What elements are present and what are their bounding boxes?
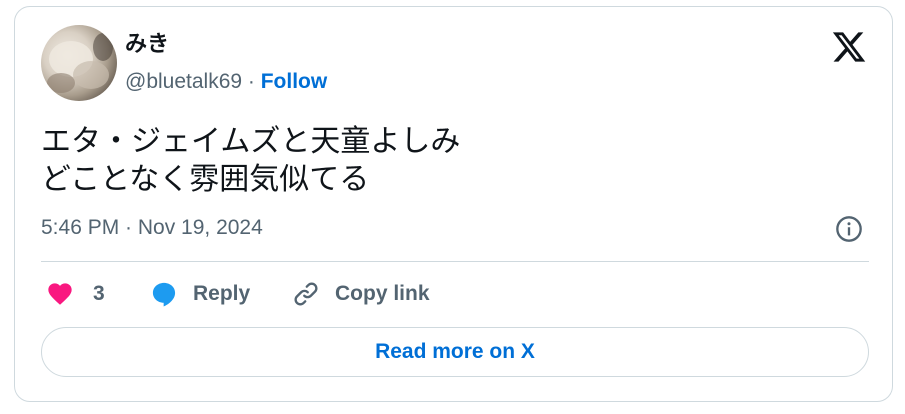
author-name[interactable]: みき [125, 31, 169, 57]
tweet-text-line: どことなく雰囲気似てる [41, 163, 370, 196]
copy-link-label: Copy link [335, 282, 430, 305]
reply-label: Reply [193, 282, 251, 305]
like-button[interactable]: 3 [45, 279, 105, 309]
tweet-text: エタ・ジェイムズと天童よしみ どことなく雰囲気似てる [41, 123, 460, 199]
copy-link-button[interactable]: Copy link [291, 279, 430, 309]
like-count: 3 [93, 282, 105, 305]
author-handle[interactable]: @bluetalk69 [125, 70, 242, 93]
info-icon[interactable] [835, 215, 863, 243]
tweet-timestamp[interactable]: 5:46 PM · Nov 19, 2024 [41, 215, 263, 241]
follow-button[interactable]: Follow [261, 70, 328, 93]
avatar-image [47, 33, 113, 93]
tweet-text-line: エタ・ジェイムズと天童よしみ [41, 125, 461, 158]
heart-icon [48, 283, 72, 305]
reply-button[interactable]: Reply [149, 279, 250, 309]
handle-separator: · [242, 70, 261, 93]
avatar[interactable] [41, 25, 117, 101]
speech-bubble-icon [152, 282, 176, 307]
link-icon [294, 282, 318, 306]
tweet-card: みき @bluetalk69 · Follow エタ・ジェイムズと天童よしみ ど… [14, 6, 893, 402]
author-handle-row: @bluetalk69 · Follow [125, 69, 327, 95]
read-more-button[interactable]: Read more on X [41, 327, 869, 377]
x-logo-icon[interactable] [831, 29, 867, 65]
divider [41, 261, 869, 262]
